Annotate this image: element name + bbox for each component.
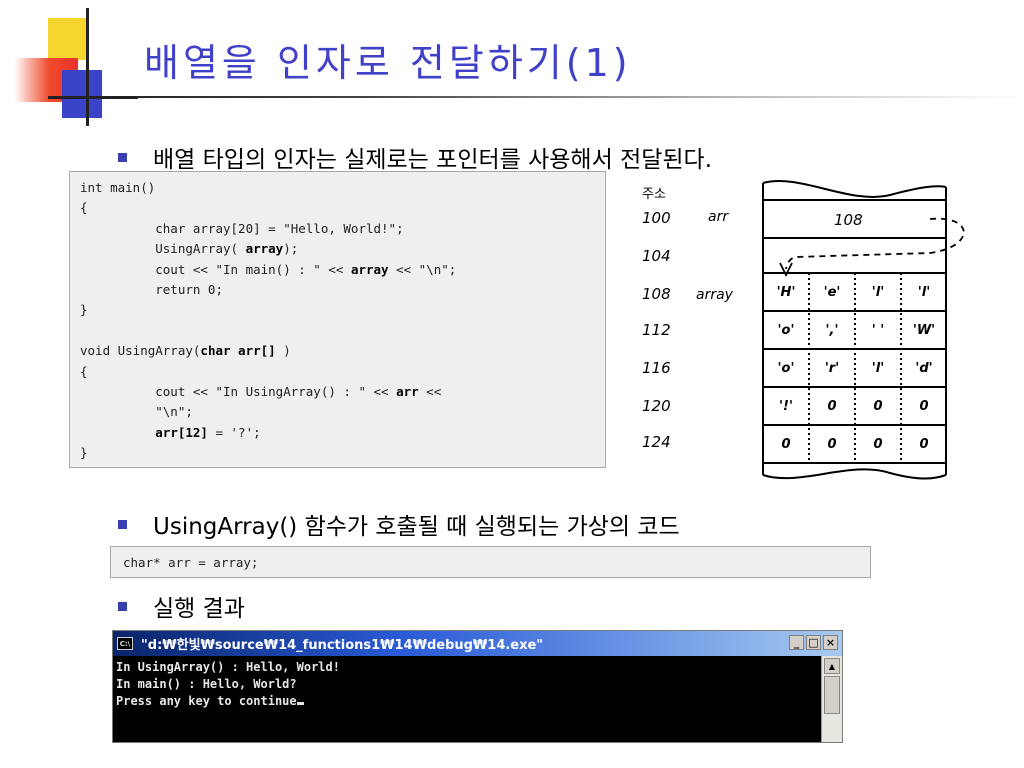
memory-cell: 'r' — [824, 360, 840, 376]
console-line: Press any key to continue — [116, 693, 817, 710]
code-line: cout << "In main() : " << array << "\n"; — [80, 261, 457, 277]
minimize-button[interactable]: _ — [789, 635, 804, 650]
arr-label: arr — [708, 209, 729, 225]
address-label: 112 — [642, 321, 671, 339]
memory-cell: 'l' — [917, 284, 931, 300]
memory-cell: 'l' — [871, 284, 885, 300]
memory-diagram: 주소 100 104 108 112 116 120 124 arr array… — [630, 175, 1010, 495]
memory-cell: 0 — [919, 398, 929, 414]
console-window: C:\ "d:₩한빛₩source₩14_functions1₩14₩debug… — [112, 630, 843, 743]
code-line: void UsingArray(char arr[] ) — [80, 343, 291, 359]
address-label: 124 — [642, 433, 671, 451]
logo-vertical-line — [86, 8, 89, 126]
code-block-alias: char* arr = array; — [110, 546, 871, 578]
arr-value: 108 — [834, 211, 863, 229]
memory-cell: 'e' — [823, 284, 841, 300]
square-bullet-icon — [118, 519, 127, 529]
logo-blue-block — [62, 70, 102, 118]
memory-cell: '!' — [779, 398, 793, 414]
code-line: int main() — [80, 180, 156, 195]
console-titlebar[interactable]: C:\ "d:₩한빛₩source₩14_functions1₩14₩debug… — [113, 631, 842, 656]
memory-cell: 0 — [873, 398, 883, 414]
memory-cell: 0 — [781, 436, 791, 452]
memory-cell: 'd' — [915, 360, 933, 376]
memory-cell: 0 — [873, 436, 883, 452]
code-line: arr[12] = '?'; — [155, 424, 261, 440]
console-line: In UsingArray() : Hello, World! — [116, 660, 340, 674]
memory-cell: ',' — [825, 322, 839, 338]
code-line: } — [80, 445, 88, 461]
square-bullet-icon — [118, 152, 127, 162]
close-button[interactable]: × — [823, 635, 838, 650]
scroll-up-arrow-icon[interactable]: ▲ — [824, 658, 840, 674]
logo-horizontal-line — [48, 96, 138, 99]
memory-cell: 'o' — [777, 322, 795, 338]
memory-cell: 0 — [827, 398, 837, 414]
address-label: 108 — [642, 285, 671, 303]
console-app-icon[interactable]: C:\ — [117, 637, 133, 650]
address-label: 120 — [642, 397, 671, 415]
console-scrollbar[interactable]: ▲ — [821, 656, 842, 742]
memory-cell: 'H' — [776, 284, 796, 300]
memory-cell: 'W' — [912, 322, 936, 338]
bullet-text: UsingArray() 함수가 호출될 때 실행되는 가상의 코드 — [153, 514, 680, 540]
bullet-text: 실행 결과 — [153, 596, 245, 622]
code-line: UsingArray( array); — [80, 241, 299, 257]
memory-cell: 0 — [919, 436, 929, 452]
code-line: char array[20] = "Hello, World!"; — [80, 220, 404, 236]
code-line: { — [80, 200, 88, 216]
memory-cell: 'o' — [777, 360, 795, 376]
title-rule — [86, 96, 1024, 98]
square-bullet-icon — [118, 601, 127, 611]
memory-cell: ' ' — [871, 322, 885, 338]
code-block-main: int main() { char array[20] = "Hello, Wo… — [69, 171, 606, 468]
text-cursor — [296, 702, 304, 705]
console-title: "d:₩한빛₩source₩14_functions1₩14₩debug₩14.… — [141, 638, 544, 653]
memory-cell: 'l' — [871, 360, 885, 376]
console-output: In UsingArray() : Hello, World! In main(… — [113, 656, 820, 742]
bullet-text: 배열 타입의 인자는 실제로는 포인터를 사용해서 전달된다. — [153, 147, 713, 173]
address-label: 116 — [642, 359, 671, 377]
logo-yellow-block — [48, 18, 88, 60]
array-label: array — [696, 287, 733, 303]
code-line: cout << "In UsingArray() : " << arr << — [80, 383, 442, 399]
code-line: "\n"; — [80, 404, 193, 420]
address-header: 주소 — [642, 187, 666, 202]
address-label: 104 — [642, 247, 671, 265]
maximize-button[interactable]: □ — [806, 635, 821, 650]
slide-title: 배열을 인자로 전달하기(1) — [144, 41, 632, 85]
memory-cell-grid: 'H' 'e' 'l' 'l' 'o' ',' ' ' 'W' 'o' 'r' … — [763, 273, 947, 463]
address-label: 100 — [642, 209, 671, 227]
code-line: } — [80, 302, 88, 318]
bullet-item-3: 실행 결과 — [118, 589, 245, 623]
code-line: { — [80, 363, 88, 379]
scroll-thumb[interactable] — [824, 676, 840, 714]
bullet-item-1: 배열 타입의 인자는 실제로는 포인터를 사용해서 전달된다. — [118, 140, 712, 174]
code-line: return 0; — [80, 281, 223, 297]
window-controls: _ □ × — [789, 635, 838, 650]
bullet-item-2: UsingArray() 함수가 호출될 때 실행되는 가상의 코드 — [118, 507, 680, 541]
console-line: In main() : Hello, World? — [116, 677, 297, 691]
memory-cell: 0 — [827, 436, 837, 452]
